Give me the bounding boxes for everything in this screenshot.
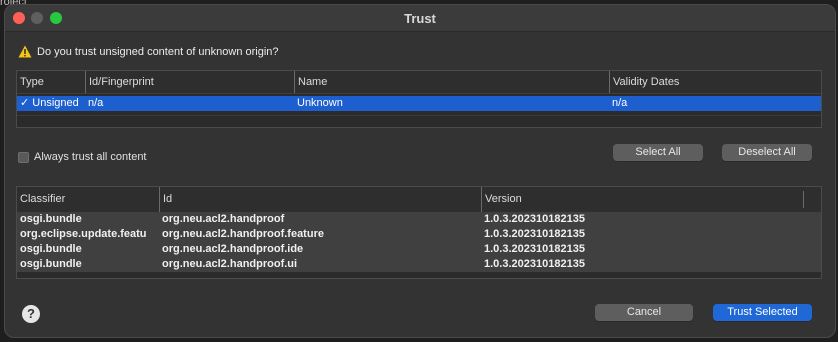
- trust-question: Do you trust unsigned content of unknown…: [18, 45, 279, 58]
- warning-icon: [18, 45, 32, 58]
- artifacts-rows: osgi.bundle org.neu.acl2.handproof 1.0.3…: [17, 212, 821, 272]
- version-cell: 1.0.3.202310182135: [484, 243, 585, 255]
- trust-question-text: Do you trust unsigned content of unknown…: [37, 45, 279, 58]
- id-cell: org.neu.acl2.handproof.feature: [162, 228, 324, 240]
- row-type-text: Unsigned: [32, 97, 79, 109]
- column-header-version[interactable]: Version: [481, 187, 803, 212]
- table-row[interactable]: osgi.bundle org.neu.acl2.handproof 1.0.3…: [17, 212, 821, 227]
- classifier-cell: org.eclipse.update.featu: [20, 228, 147, 240]
- column-header-validity-dates[interactable]: Validity Dates: [609, 71, 819, 93]
- version-cell: 1.0.3.202310182135: [484, 228, 585, 240]
- trust-selected-button[interactable]: Trust Selected: [713, 304, 812, 321]
- classifier-cell: osgi.bundle: [20, 243, 82, 255]
- column-header-id-fingerprint[interactable]: Id/Fingerprint: [85, 71, 293, 93]
- cancel-button[interactable]: Cancel: [595, 304, 693, 321]
- column-header-type[interactable]: Type: [17, 71, 85, 93]
- row-separator: [17, 115, 821, 116]
- classifier-cell: osgi.bundle: [20, 213, 82, 225]
- always-trust-label: Always trust all content: [34, 151, 147, 163]
- title-bar: Trust: [5, 5, 835, 32]
- id-cell: org.neu.acl2.handproof.ui: [162, 258, 298, 270]
- always-trust-option[interactable]: Always trust all content: [18, 151, 147, 163]
- always-trust-checkbox[interactable]: [18, 151, 29, 163]
- deselect-all-button[interactable]: Deselect All: [722, 144, 812, 161]
- column-header-name[interactable]: Name: [294, 71, 608, 93]
- column-header-classifier[interactable]: Classifier: [17, 187, 159, 212]
- help-icon[interactable]: ?: [22, 305, 40, 323]
- id-cell: org.neu.acl2.handproof.ide: [162, 243, 304, 255]
- table-row[interactable]: osgi.bundle org.neu.acl2.handproof.ui 1.…: [17, 257, 821, 272]
- table-row[interactable]: osgi.bundle org.neu.acl2.handproof.ide 1…: [17, 242, 821, 257]
- select-all-button[interactable]: Select All: [613, 144, 703, 161]
- window-title: Trust: [404, 11, 436, 26]
- id-cell: org.neu.acl2.handproof: [162, 213, 285, 225]
- column-divider: [803, 191, 804, 208]
- column-header-id[interactable]: Id: [159, 187, 481, 212]
- trust-dialog: Trust Do you trust unsigned content of u…: [4, 4, 836, 338]
- certificate-row[interactable]: ✓ Unsigned n/a Unknown n/a: [17, 96, 821, 111]
- artifacts-table-header: Classifier Id Version: [17, 187, 821, 212]
- artifacts-table: Classifier Id Version osgi.bundle org.ne…: [16, 186, 822, 279]
- version-cell: 1.0.3.202310182135: [484, 213, 585, 225]
- certificates-table-header: Type Id/Fingerprint Name Validity Dates: [17, 71, 821, 94]
- table-row[interactable]: org.eclipse.update.featu org.neu.acl2.ha…: [17, 227, 821, 242]
- row-validity-cell: n/a: [612, 97, 628, 109]
- certificates-table: Type Id/Fingerprint Name Validity Dates …: [16, 70, 822, 128]
- row-id-cell: n/a: [88, 97, 104, 109]
- classifier-cell: osgi.bundle: [20, 258, 82, 270]
- row-type-cell: ✓ Unsigned: [17, 96, 85, 111]
- checkmark-icon[interactable]: ✓: [20, 97, 29, 109]
- row-name-cell: Unknown: [297, 97, 343, 109]
- version-cell: 1.0.3.202310182135: [484, 258, 585, 270]
